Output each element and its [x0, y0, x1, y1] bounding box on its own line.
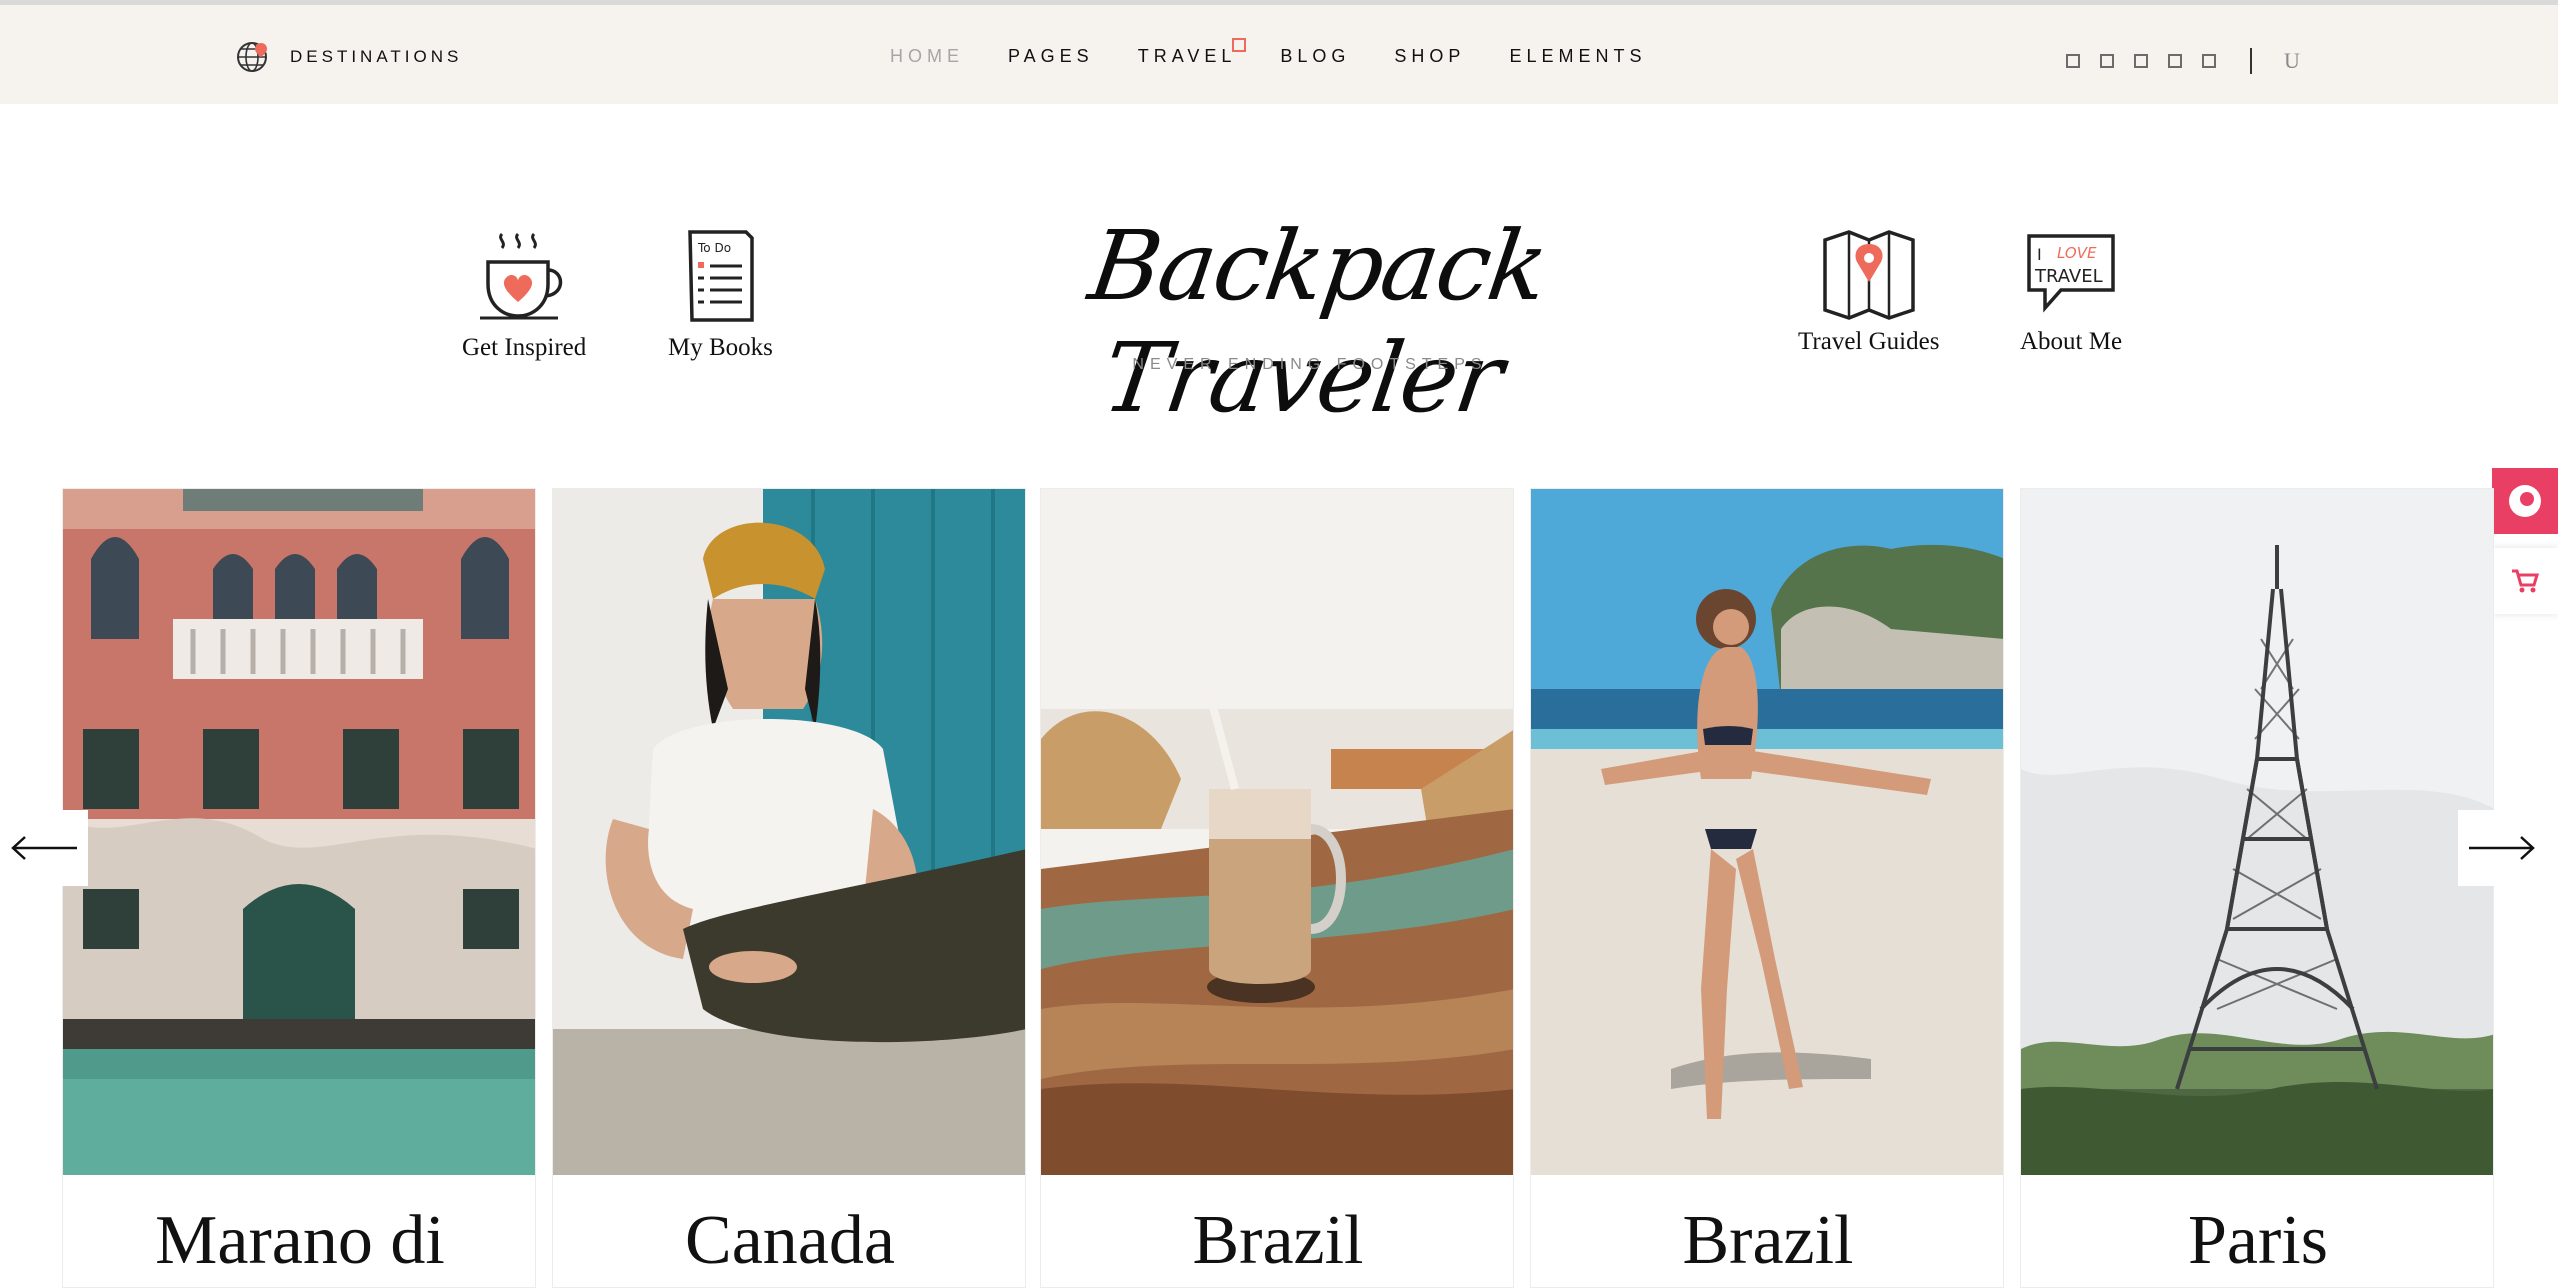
social-divider — [2250, 48, 2252, 74]
destination-card[interactable]: Marano di — [62, 488, 536, 1288]
photo-beach-woman — [1531, 489, 2003, 1175]
destination-card[interactable]: Brazil — [1040, 488, 1514, 1288]
destination-card[interactable]: Canada — [552, 488, 1026, 1288]
photo-eiffel-tower — [2021, 489, 2493, 1175]
about-me-label: About Me — [2020, 328, 2123, 355]
social-icon-2[interactable] — [2100, 54, 2114, 68]
quick-link-about-me[interactable]: I LOVE TRAVEL About Me — [2020, 226, 2122, 356]
travel-guides-label: Travel Guides — [1798, 328, 1940, 355]
quick-link-my-books[interactable]: To Do My Books — [668, 226, 773, 362]
main-nav: HOME PAGES TRAVEL BLOG SHOP ELEMENTS — [890, 37, 1690, 71]
quick-link-get-inspired[interactable]: Get Inspired — [462, 226, 586, 362]
nav-shop[interactable]: SHOP — [1394, 46, 1465, 67]
photo-woman-turban — [553, 489, 1025, 1175]
globe-icon — [237, 42, 267, 72]
logo-text: Backpack Traveler — [1082, 210, 1553, 434]
svg-text:To Do: To Do — [697, 241, 731, 255]
cart-button[interactable] — [2492, 548, 2558, 614]
user-icon[interactable]: U — [2284, 48, 2300, 74]
card-title: Canada — [685, 1202, 895, 1279]
love-travel-icon: I LOVE TRAVEL — [2027, 234, 2115, 313]
nav-pages[interactable]: PAGES — [1008, 46, 1094, 67]
coffee-cup-icon — [480, 232, 563, 320]
cart-icon — [2512, 569, 2540, 593]
svg-text:LOVE: LOVE — [2057, 244, 2097, 262]
todo-list-icon: To Do — [688, 230, 755, 322]
arrow-right-icon — [2469, 836, 2535, 860]
destinations-label: DESTINATIONS — [290, 47, 463, 66]
site-logo[interactable]: Backpack Traveler NEVER ENDING FOOTSTEPS — [1010, 210, 1610, 434]
destinations-menu[interactable]: DESTINATIONS — [236, 39, 462, 75]
svg-text:TRAVEL: TRAVEL — [2034, 266, 2103, 287]
card-title: Brazil — [1192, 1202, 1364, 1279]
get-inspired-label: Get Inspired — [462, 334, 587, 361]
social-icon-1[interactable] — [2066, 54, 2080, 68]
social-icon-5[interactable] — [2202, 54, 2216, 68]
svg-text:I: I — [2037, 245, 2042, 264]
nav-blog[interactable]: BLOG — [1280, 46, 1350, 67]
map-pin-icon — [1822, 230, 1915, 320]
card-title: Brazil — [1682, 1202, 1854, 1279]
destination-card[interactable]: Brazil — [1530, 488, 2004, 1288]
chat-icon — [2509, 485, 2541, 517]
nav-home[interactable]: HOME — [890, 46, 964, 67]
social-icon-4[interactable] — [2168, 54, 2182, 68]
quick-link-travel-guides[interactable]: Travel Guides — [1798, 226, 1939, 356]
card-title: Paris — [2188, 1202, 2328, 1279]
my-books-label: My Books — [668, 334, 773, 361]
social-links: U — [2066, 48, 2300, 74]
nav-travel[interactable]: TRAVEL — [1138, 37, 1247, 67]
arrow-left-icon — [11, 836, 77, 860]
destination-card[interactable]: Paris — [2020, 488, 2494, 1288]
photo-iced-coffee — [1041, 489, 1513, 1175]
photo-venice-building — [63, 489, 535, 1175]
logo-tagline: NEVER ENDING FOOTSTEPS — [1132, 356, 1488, 373]
carousel-next-button[interactable] — [2458, 810, 2546, 886]
social-icon-3[interactable] — [2134, 54, 2148, 68]
carousel-prev-button[interactable] — [0, 810, 88, 886]
card-title: Marano di — [155, 1202, 445, 1279]
chat-button[interactable] — [2492, 468, 2558, 534]
top-bar: DESTINATIONS HOME PAGES TRAVEL BLOG SHOP… — [0, 0, 2558, 104]
nav-elements[interactable]: ELEMENTS — [1509, 46, 1646, 67]
